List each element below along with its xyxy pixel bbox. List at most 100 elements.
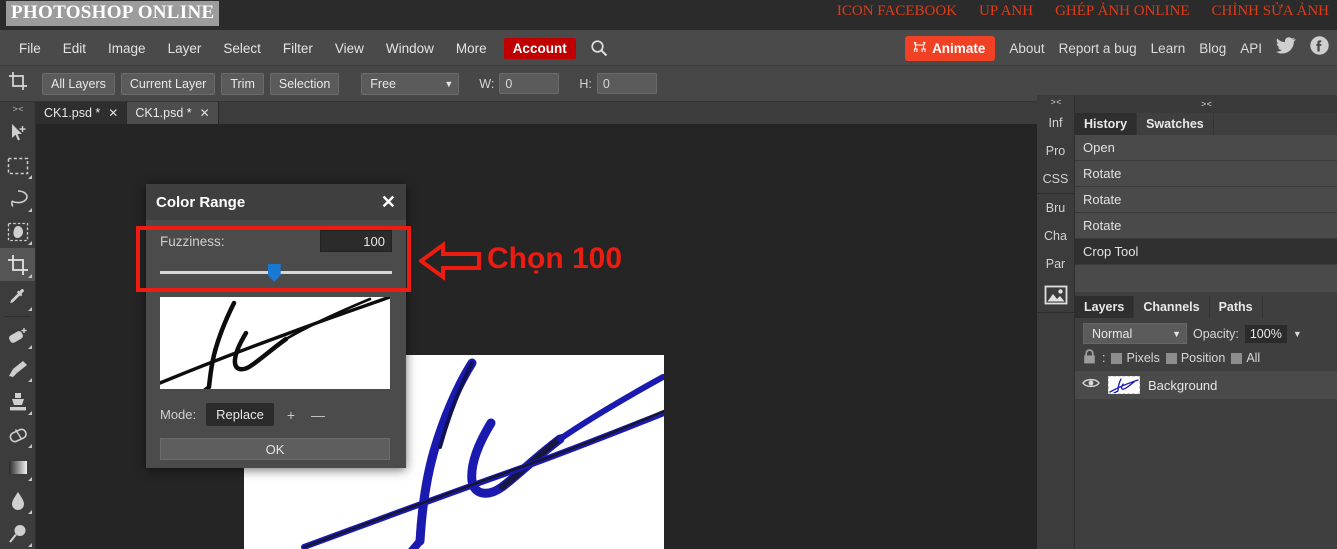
strip-item-properties[interactable]: Pro (1037, 137, 1074, 165)
mode-replace-button[interactable]: Replace (206, 403, 274, 426)
lock-all-checkbox[interactable]: All (1231, 351, 1260, 365)
blur-tool[interactable] (0, 484, 35, 517)
ok-button[interactable]: OK (160, 438, 390, 460)
history-item-open[interactable]: Open (1075, 135, 1337, 161)
rectangular-marquee-tool[interactable] (0, 149, 35, 182)
facebook-icon[interactable] (1310, 36, 1329, 60)
crop-width-input[interactable] (499, 73, 560, 94)
color-range-dialog[interactable]: Color Range ✕ Fuzziness: 100 Mode: Repla… (146, 184, 406, 468)
menu-item-select[interactable]: Select (212, 37, 272, 60)
tool-expand-corner-icon (28, 208, 32, 212)
annotation-text: Chọn 100 (487, 242, 623, 275)
site-nav-link-2[interactable]: GHÉP ẢNH ONLINE (1055, 3, 1189, 20)
menu-item-edit[interactable]: Edit (52, 37, 97, 60)
tab-layers[interactable]: Layers (1075, 296, 1135, 318)
mode-add-button[interactable]: + (284, 407, 298, 423)
all-layers-button[interactable]: All Layers (42, 72, 115, 95)
strip-item-brushes[interactable]: Bru (1037, 194, 1074, 222)
right-strip-collapse-handle[interactable]: > < (1037, 95, 1074, 109)
mode-subtract-button[interactable]: — (308, 407, 328, 423)
strip-item-paragraph[interactable]: Par (1037, 250, 1074, 278)
menu-item-account[interactable]: Account (503, 37, 576, 59)
menu-link-blog[interactable]: Blog (1199, 41, 1226, 56)
eyedropper-tool[interactable] (0, 281, 35, 314)
chevron-down-icon: ▼ (444, 78, 454, 89)
tool-expand-corner-icon (28, 274, 32, 278)
history-item-rotate-2[interactable]: Rotate (1075, 187, 1337, 213)
crop-width-label: W: (479, 76, 495, 91)
image-icon[interactable] (1037, 278, 1074, 312)
menu-link-learn[interactable]: Learn (1151, 41, 1186, 56)
lock-all-label: All (1246, 351, 1261, 365)
menu-link-report-a-bug[interactable]: Report a bug (1059, 41, 1137, 56)
panel-collapse-handle[interactable]: > < (1075, 95, 1337, 113)
lasso-tool[interactable] (0, 182, 35, 215)
menu-item-view[interactable]: View (324, 37, 375, 60)
blend-mode-value: Normal (1092, 326, 1133, 341)
twitter-icon[interactable] (1276, 37, 1296, 59)
history-item-rotate-3[interactable]: Rotate (1075, 213, 1337, 239)
document-tab-1-label: CK1.psd * (135, 106, 192, 120)
menu-item-window[interactable]: Window (375, 37, 445, 60)
site-nav-link-0[interactable]: ICON FACEBOOK (837, 3, 957, 20)
strip-item-character[interactable]: Cha (1037, 222, 1074, 250)
document-tab-0[interactable]: CK1.psd * ✕ (36, 102, 128, 124)
tab-history[interactable]: History (1075, 113, 1138, 135)
fuzziness-slider-handle[interactable] (267, 264, 281, 282)
healing-brush-tool[interactable] (0, 319, 35, 352)
chevron-down-icon[interactable]: ▼ (1293, 329, 1302, 339)
menu-item-file[interactable]: File (8, 37, 52, 60)
site-nav-link-1[interactable]: UP ANH (979, 3, 1033, 20)
tool-expand-corner-icon (28, 241, 32, 245)
menu-item-filter[interactable]: Filter (272, 37, 324, 60)
tab-swatches[interactable]: Swatches (1137, 113, 1214, 135)
color-range-dialog-titlebar[interactable]: Color Range ✕ (146, 184, 406, 220)
gradient-tool[interactable] (0, 451, 35, 484)
current-layer-button[interactable]: Current Layer (120, 72, 216, 95)
close-icon[interactable]: ✕ (108, 106, 118, 120)
selection-button[interactable]: Selection (269, 72, 340, 95)
close-icon[interactable]: ✕ (381, 193, 396, 211)
search-icon[interactable] (590, 39, 608, 57)
toolbar-collapse-handle[interactable]: > < (0, 102, 35, 116)
animate-button[interactable]: Animate (905, 35, 996, 61)
tool-expand-corner-icon (28, 510, 32, 514)
eye-icon[interactable] (1082, 376, 1100, 394)
left-arrow-icon (417, 241, 481, 286)
menu-link-api[interactable]: API (1240, 41, 1262, 56)
opacity-value[interactable]: 100% (1244, 324, 1287, 343)
strip-item-info[interactable]: Inf (1037, 109, 1074, 137)
crop-tool[interactable] (0, 248, 35, 281)
blend-mode-select[interactable]: Normal ▼ (1083, 323, 1187, 344)
tab-paths[interactable]: Paths (1209, 296, 1263, 318)
history-item-rotate-1[interactable]: Rotate (1075, 161, 1337, 187)
strip-item-css[interactable]: CSS (1037, 165, 1074, 193)
layer-thumbnail (1108, 376, 1140, 394)
stamp-tool[interactable] (0, 385, 35, 418)
lock-colon: : (1102, 351, 1106, 365)
fuzziness-row: Fuzziness: (160, 230, 392, 252)
move-tool[interactable] (0, 116, 35, 149)
fuzziness-slider[interactable] (160, 263, 392, 285)
layer-row-background[interactable]: Background (1075, 371, 1337, 399)
crop-height-input[interactable] (596, 73, 657, 94)
menu-item-image[interactable]: Image (97, 37, 157, 60)
dodge-tool[interactable] (0, 517, 35, 549)
fuzziness-input[interactable] (320, 230, 392, 252)
site-nav-link-3[interactable]: CHỈNH SỬA ẢNH (1212, 3, 1329, 20)
menu-link-about[interactable]: About (1009, 41, 1044, 56)
menu-item-more[interactable]: More (445, 37, 498, 60)
history-item-crop-tool[interactable]: Crop Tool (1075, 239, 1337, 265)
tab-channels[interactable]: Channels (1134, 296, 1210, 318)
menu-item-layer[interactable]: Layer (157, 37, 213, 60)
eraser-tool[interactable] (0, 418, 35, 451)
trim-button[interactable]: Trim (221, 72, 264, 95)
document-tab-1[interactable]: CK1.psd * ✕ (127, 102, 219, 124)
brush-tool[interactable] (0, 352, 35, 385)
lock-position-checkbox[interactable]: Position (1165, 351, 1225, 365)
magic-wand-tool[interactable] (0, 215, 35, 248)
close-icon[interactable]: ✕ (200, 106, 210, 120)
lock-pixels-checkbox[interactable]: Pixels (1111, 351, 1160, 365)
crop-ratio-select[interactable]: Free ▼ (361, 72, 460, 95)
mode-label: Mode: (160, 407, 197, 422)
